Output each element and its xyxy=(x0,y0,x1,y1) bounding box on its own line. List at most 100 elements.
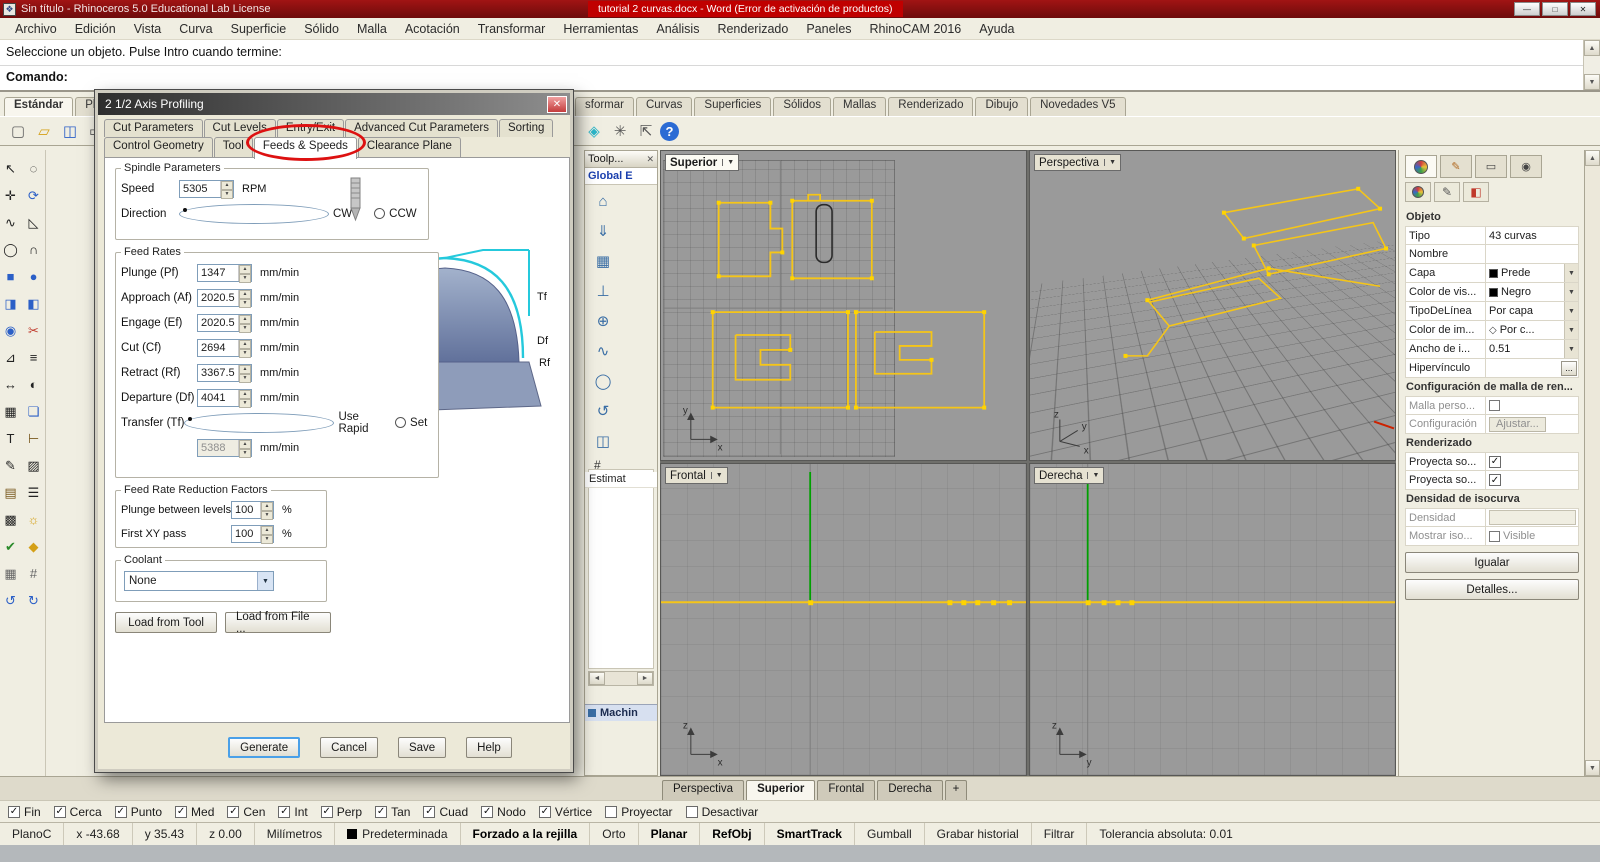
spinner-arrows[interactable]: ▲ ▼ xyxy=(238,264,251,283)
spindle-speed-input[interactable]: 5305 ▲ ▼ xyxy=(179,179,234,199)
layer-icon[interactable]: ▤ xyxy=(0,482,21,503)
menu-rhinocam[interactable]: RhinoCAM 2016 xyxy=(861,20,971,38)
load-from-file-button[interactable]: Load from File ... xyxy=(225,611,331,635)
dropdown-icon[interactable]: ▼ xyxy=(1564,340,1578,358)
coolant-select[interactable]: None ▼ xyxy=(124,571,274,591)
viewport-title-perspectiva[interactable]: Perspectiva ▼ xyxy=(1034,154,1122,171)
browse-button[interactable]: ... xyxy=(1561,360,1577,376)
osnap-checkbox[interactable] xyxy=(8,805,20,818)
undo-icon[interactable]: ↺ xyxy=(0,590,21,611)
undo-icon[interactable]: ↺ xyxy=(591,400,615,422)
statusbar-x[interactable]: x -43.68 xyxy=(64,823,133,845)
block-icon[interactable]: ▩ xyxy=(0,509,21,530)
statusbar-osnap[interactable]: RefObj xyxy=(700,823,765,845)
igualar-button[interactable]: Igualar xyxy=(1405,552,1579,573)
linetype-select[interactable]: Por capa ▼ xyxy=(1486,302,1578,320)
curve-geometry[interactable] xyxy=(711,193,986,409)
menu-acotacion[interactable]: Acotación xyxy=(396,20,469,38)
viewport-tab-new[interactable]: + xyxy=(944,780,968,800)
spinner-arrows[interactable]: ▲ ▼ xyxy=(220,180,233,199)
feed-rate-input[interactable]: 3367.5 ▲ ▼ xyxy=(197,363,252,383)
viewport-canvas-frontal[interactable]: z x xyxy=(661,464,1026,775)
dialog-tab-cut-parameters[interactable]: Cut Parameters xyxy=(104,119,203,137)
osnap-item[interactable]: Nodo xyxy=(481,805,526,819)
save-icon[interactable]: ◫ xyxy=(58,119,82,143)
osnap-item[interactable]: Vértice xyxy=(538,805,592,819)
osnap-item[interactable]: Tan xyxy=(375,805,410,819)
settings-gear-icon[interactable]: ✳ xyxy=(608,119,632,143)
reduction-input[interactable]: 100 ▲ ▼ xyxy=(231,525,274,544)
statusbar-units[interactable]: Milímetros xyxy=(255,823,336,845)
titlebar[interactable]: ❖ Sin título - Rhinoceros 5.0 Educationa… xyxy=(0,0,1600,18)
detalles-button[interactable]: Detalles... xyxy=(1405,579,1579,600)
reduction-input[interactable]: 100 ▲ ▼ xyxy=(231,501,274,520)
arc-icon[interactable]: ∩ xyxy=(23,239,44,260)
osnap-item[interactable]: Cerca xyxy=(53,805,102,819)
minimize-button[interactable]: — xyxy=(1514,2,1540,16)
osnap-checkbox[interactable] xyxy=(278,805,291,818)
mirror-icon[interactable]: ◐ xyxy=(23,374,44,395)
paint-bucket-icon[interactable]: ◧ xyxy=(1463,182,1489,202)
menu-curva[interactable]: Curva xyxy=(170,20,221,38)
regions-icon[interactable]: ◯ xyxy=(591,370,615,392)
dialog-tab-entry-exit[interactable]: Entry/Exit xyxy=(276,119,345,137)
spinner-arrows[interactable]: ▲ ▼ xyxy=(260,502,273,520)
set-radio[interactable] xyxy=(395,417,407,428)
menu-archivo[interactable]: Archivo xyxy=(6,20,66,38)
osnap-item[interactable]: Desactivar xyxy=(685,805,758,819)
grid-icon[interactable]: ▦ xyxy=(0,563,21,584)
spinner-arrows[interactable]: ▲ ▼ xyxy=(238,364,251,383)
dropdown-icon[interactable]: ▼ xyxy=(1564,264,1578,282)
viewport-canvas-derecha[interactable]: z y xyxy=(1030,464,1395,775)
statusbar-y[interactable]: y 35.43 xyxy=(133,823,198,845)
curve-geometry[interactable] xyxy=(1125,187,1388,357)
maximize-button[interactable]: □ xyxy=(1542,2,1568,16)
scroll-right-icon[interactable]: ► xyxy=(637,672,653,685)
machine-icon[interactable]: ⌂ xyxy=(591,190,615,212)
circle-icon[interactable]: ◯ xyxy=(0,239,21,260)
osnap-checkbox[interactable] xyxy=(605,805,618,818)
tab-solidos[interactable]: Sólidos xyxy=(773,97,832,116)
feed-rate-input[interactable]: 1347 ▲ ▼ xyxy=(197,263,252,283)
cancel-button[interactable]: Cancel xyxy=(320,737,378,758)
viewport-tab-frontal[interactable]: Frontal xyxy=(817,780,876,800)
menu-ayuda[interactable]: Ayuda xyxy=(970,20,1023,38)
command-prompt[interactable]: Comando: xyxy=(0,66,1600,90)
rotate-icon[interactable]: ⟳ xyxy=(23,185,44,206)
properties-tab-icon[interactable] xyxy=(1405,155,1437,178)
scale-icon[interactable]: ↔ xyxy=(0,374,21,395)
feed-rate-input[interactable]: 4041 ▲ ▼ xyxy=(197,388,252,408)
viewport-menu-icon[interactable]: ▼ xyxy=(710,472,723,479)
osnap-checkbox[interactable] xyxy=(175,805,188,818)
osnap-item[interactable]: Med xyxy=(175,805,214,819)
viewport-canvas-superior[interactable]: y x xyxy=(661,151,1026,460)
menu-malla[interactable]: Malla xyxy=(348,20,396,38)
toolpath-list[interactable] xyxy=(588,469,654,669)
display-color-select[interactable]: Negro ▼ xyxy=(1486,283,1578,301)
tab-mallas[interactable]: Mallas xyxy=(833,97,887,116)
viewport-title-superior[interactable]: Superior ▼ xyxy=(665,154,740,171)
post-icon[interactable]: ⇓ xyxy=(591,220,615,242)
selection-brush-icon[interactable]: ◌ xyxy=(23,158,44,179)
feed-rate-input[interactable]: 2694 ▲ ▼ xyxy=(197,338,252,358)
object-properties-icon[interactable] xyxy=(1405,182,1431,202)
dialog-titlebar[interactable]: 2 1/2 Axis Profiling ✕ xyxy=(98,93,570,115)
box-icon[interactable]: ■ xyxy=(0,266,21,287)
dropdown-icon[interactable]: ▼ xyxy=(1564,283,1578,301)
osnap-checkbox[interactable] xyxy=(114,805,127,818)
light-icon[interactable]: ☼ xyxy=(23,509,44,530)
save-button[interactable]: Save xyxy=(397,737,447,758)
trim-icon[interactable]: ✂ xyxy=(23,320,44,341)
tab-curvas[interactable]: Curvas xyxy=(635,97,693,116)
osnap-checkbox[interactable] xyxy=(685,805,698,818)
dimension-icon[interactable]: ⊢ xyxy=(23,428,44,449)
scroll-up-icon[interactable]: ▲ xyxy=(1584,40,1600,56)
menu-solido[interactable]: Sólido xyxy=(295,20,348,38)
toolpath-hscrollbar[interactable]: ◄ ► xyxy=(588,671,654,686)
display-tab-icon[interactable]: ▭ xyxy=(1475,155,1507,178)
scroll-left-icon[interactable]: ◄ xyxy=(589,672,605,685)
feed-rate-input[interactable]: 2020.5 ▲ ▼ xyxy=(197,288,252,308)
dialog-tab-advanced-cut-parameters[interactable]: Advanced Cut Parameters xyxy=(345,119,498,137)
menu-vista[interactable]: Vista xyxy=(125,20,171,38)
snap-icon[interactable]: # xyxy=(23,563,44,584)
